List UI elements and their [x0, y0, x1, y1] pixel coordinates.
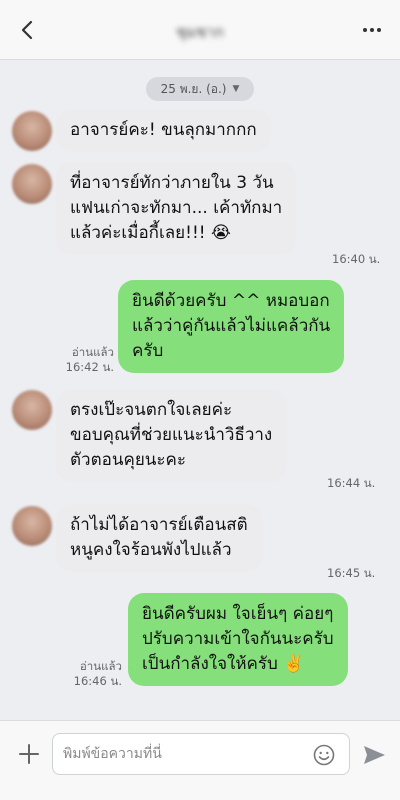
chat-title: ชุมชาก [176, 23, 224, 41]
chevron-left-icon[interactable] [14, 16, 42, 44]
message-time: 16:45 น. [327, 566, 376, 580]
message-line: แล้วว่าคู่กันแล้วไม่แคล้วกัน [132, 316, 331, 336]
message-line: ครับ [132, 341, 164, 361]
message-line: ตรงเป๊ะจนตกใจเลยค่ะ [70, 400, 233, 420]
avatar[interactable] [12, 164, 52, 204]
avatar[interactable] [12, 506, 52, 546]
message-line: ตัวตอนคุยนะคะ [70, 450, 187, 470]
avatar[interactable] [12, 111, 52, 151]
message-bubble-outgoing: ยินดีครับผม ใจเย็นๆ ค่อยๆ ปรับความเข้าใจ… [128, 593, 348, 686]
message-input-bar [0, 720, 400, 800]
smiley-icon[interactable] [312, 743, 336, 767]
date-divider[interactable]: 25 พ.ย. (อ.) ▼ [146, 77, 254, 101]
plus-icon[interactable] [14, 739, 44, 769]
read-status: อ่านแล้ว [79, 659, 122, 673]
date-divider-label: 25 พ.ย. (อ.) [160, 81, 227, 96]
message-bubble-outgoing: ยินดีด้วยครับ ^^ หมอบอก แล้วว่าคู่กันแล้… [118, 280, 345, 373]
message-line: เป็นกำลังใจให้ครับ ✌️ [142, 654, 305, 674]
read-receipt: อ่านแล้ว 16:46 น. [70, 659, 122, 689]
read-status: อ่านแล้ว [71, 345, 114, 359]
message-bubble-incoming: ที่อาจารย์ทักว่าภายใน 3 วัน แฟนเก่าจะทัก… [56, 162, 297, 255]
message-time: 16:44 น. [327, 476, 376, 490]
message-line: หนูคงใจร้อนพังไปแล้ว [70, 540, 232, 560]
send-arrow-icon[interactable] [360, 741, 388, 769]
chat-header: ชุมชาก [0, 0, 400, 60]
message-line: ขอบคุณที่ช่วยแนะนำวิธีวาง [70, 425, 273, 445]
message-bubble-incoming: อาจารย์คะ! ขนลุกมากกก [56, 109, 271, 152]
message-line: ที่อาจารย์ทักว่าภายใน 3 วัน [70, 173, 274, 193]
message-time: 16:46 น. [73, 674, 122, 688]
message-bubble-incoming: ตรงเป๊ะจนตกใจเลยค่ะ ขอบคุณที่ช่วยแนะนำวิ… [56, 389, 287, 482]
message-line: ยินดีด้วยครับ ^^ หมอบอก [132, 291, 330, 311]
message-line: แฟนเก่าจะทักมา... เค้าทักมา [70, 198, 283, 218]
message-line: ปรับความเข้าใจกันนะครับ [142, 629, 334, 649]
message-line: ยินดีครับผม ใจเย็นๆ ค่อยๆ [142, 604, 334, 624]
message-line: แล้วค่ะเมื่อกี้เลย!!! 😭 [70, 223, 231, 243]
message-line: ถ้าไม่ได้อาจารย์เตือนสติ [70, 515, 248, 535]
caret-down-icon: ▼ [232, 84, 240, 94]
avatar[interactable] [12, 390, 52, 430]
message-time: 16:40 น. [332, 252, 381, 266]
message-line: อาจารย์คะ! ขนลุกมากกก [70, 120, 257, 140]
message-bubble-incoming: ถ้าไม่ได้อาจารย์เตือนสติ หนูคงใจร้อนพังไ… [56, 504, 262, 572]
message-input[interactable] [52, 733, 350, 775]
message-time: 16:42 น. [65, 360, 114, 374]
more-dots-icon[interactable] [358, 16, 386, 44]
read-receipt: อ่านแล้ว 16:42 น. [64, 345, 114, 375]
